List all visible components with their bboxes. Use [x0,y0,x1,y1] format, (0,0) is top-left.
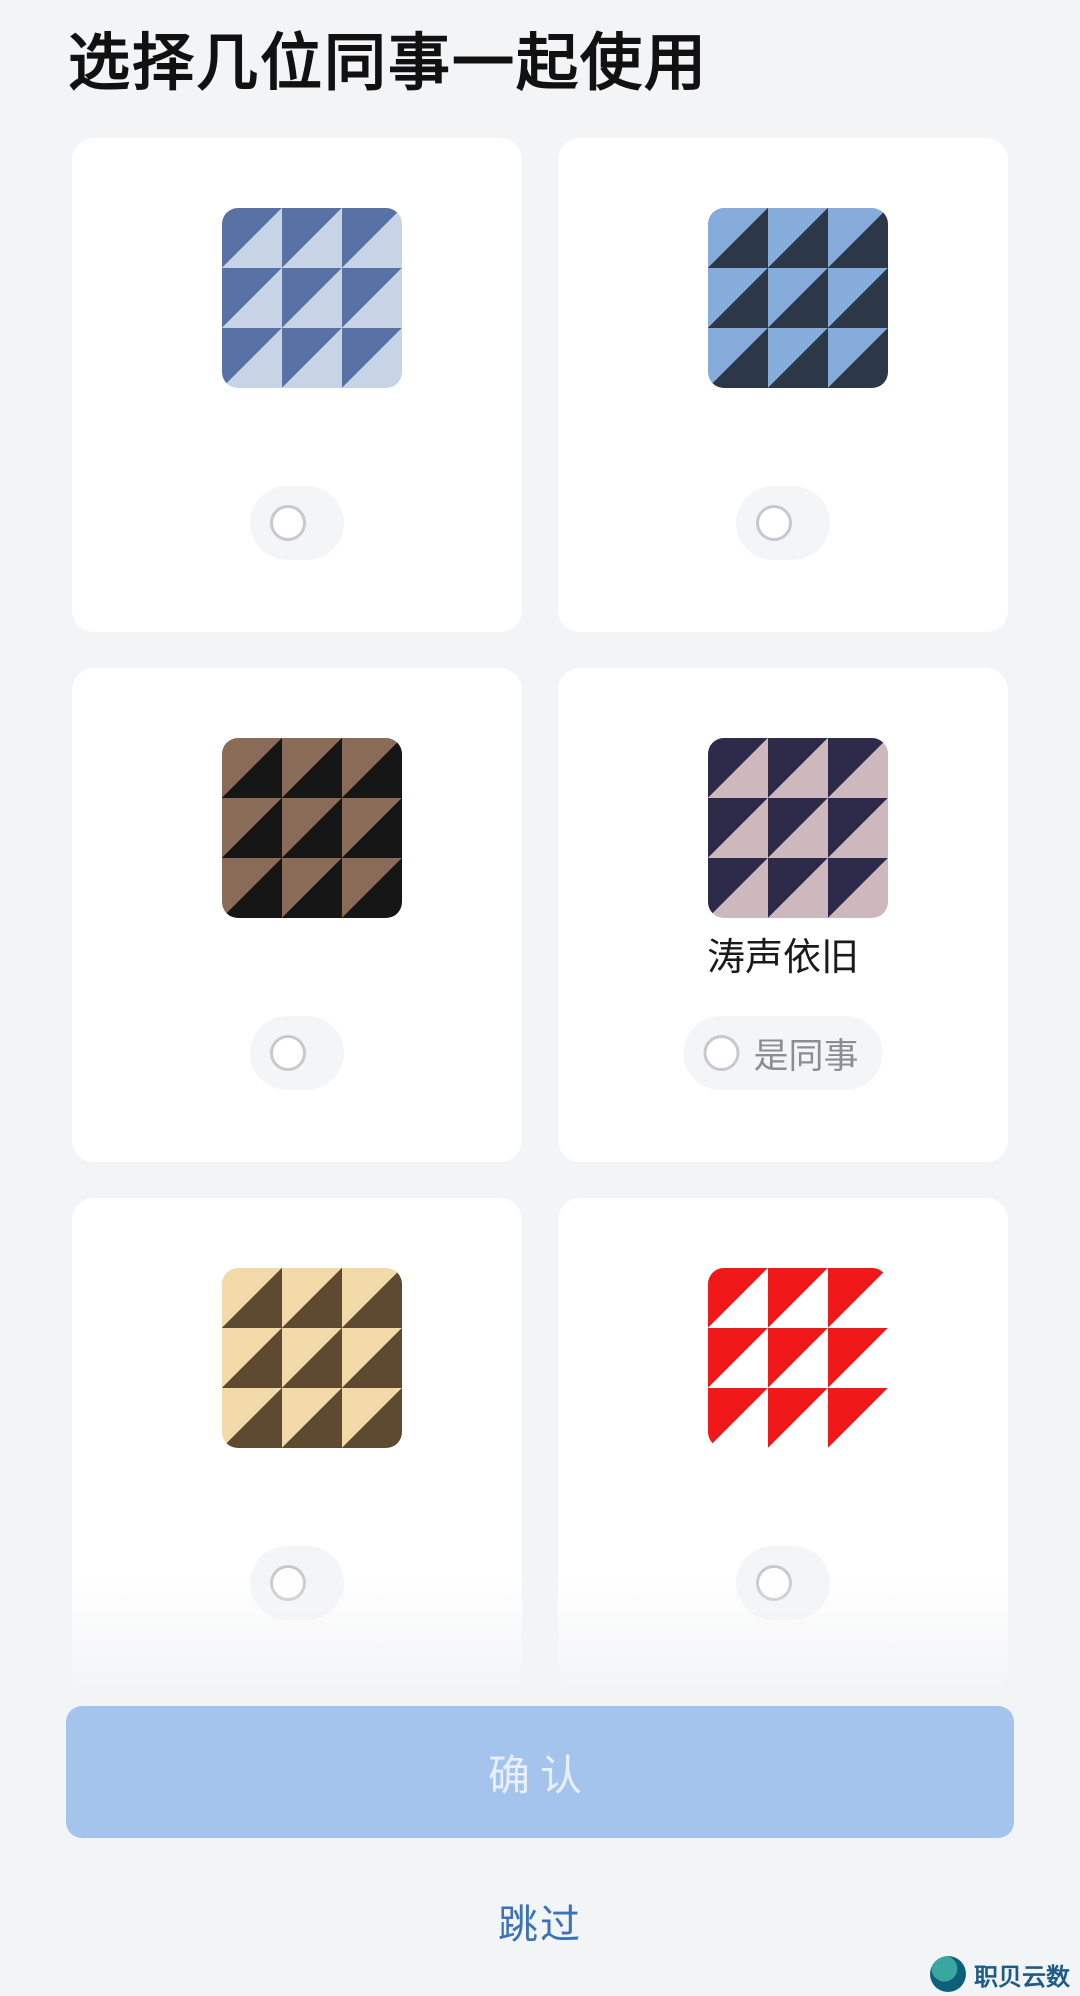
avatar [222,738,402,918]
watermark-text: 职贝云数 [974,1962,1070,1991]
colleague-card[interactable] [558,1198,1008,1692]
colleague-card[interactable] [72,668,522,1162]
is-colleague-toggle[interactable]: 是同事 [683,1016,883,1090]
avatar [708,1268,888,1448]
colleague-name: 涛声依旧 [706,935,859,979]
radio-icon[interactable] [270,1035,306,1071]
radio-icon[interactable] [756,505,792,541]
scroll-fade [558,1572,1008,1692]
avatar [708,208,888,388]
is-colleague-toggle[interactable] [736,486,830,560]
radio-icon[interactable] [703,1035,740,1071]
colleague-card[interactable] [72,138,522,632]
colleague-card[interactable]: 涛声依旧 是同事 [558,668,1008,1162]
is-colleague-label: 是同事 [753,1036,859,1077]
watermark: 职贝云数 [930,1956,1070,1992]
scroll-fade [72,1572,522,1692]
confirm-button[interactable]: 确认 [66,1706,1014,1838]
watermark-logo-icon [930,1956,966,1992]
is-colleague-toggle[interactable] [250,1016,344,1090]
radio-icon[interactable] [270,505,306,541]
colleague-card[interactable] [72,1198,522,1692]
page-title: 选择几位同事一起使用 [68,26,709,99]
avatar [708,738,888,918]
is-colleague-toggle[interactable] [250,486,344,560]
skip-link[interactable]: 跳过 [0,1892,1080,1950]
colleague-card[interactable] [558,138,1008,632]
colleague-grid: 涛声依旧 是同事 [72,138,1008,1692]
avatar [222,208,402,388]
avatar [222,1268,402,1448]
